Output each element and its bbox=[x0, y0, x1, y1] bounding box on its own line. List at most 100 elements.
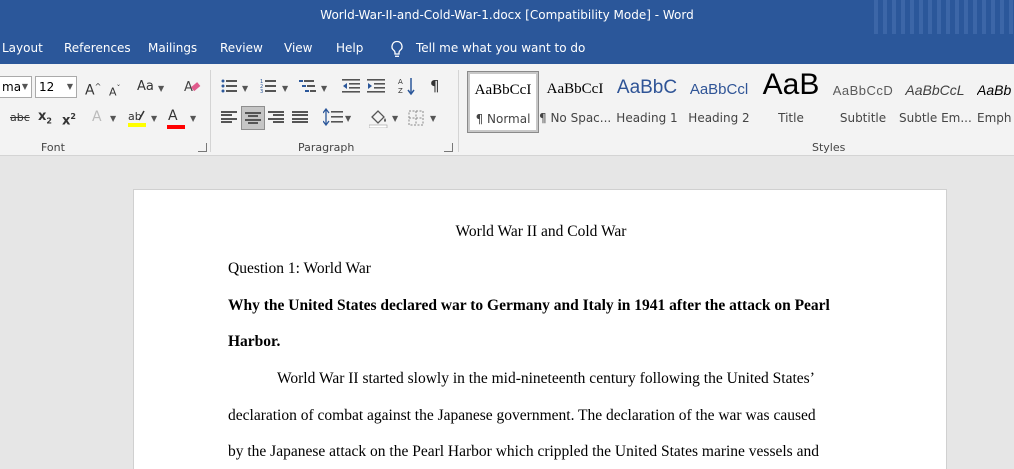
group-divider bbox=[210, 70, 211, 152]
chevron-down-icon[interactable]: ▼ bbox=[321, 84, 327, 93]
style-preview: AaBbCcD bbox=[832, 83, 894, 98]
superscript-mark: 2 bbox=[70, 112, 76, 121]
font-name-combo[interactable]: ma ▼ bbox=[0, 76, 32, 98]
font-size-combo[interactable]: 12 ▼ bbox=[35, 76, 77, 98]
highlight-color-icon[interactable]: ab bbox=[128, 108, 146, 128]
line-spacing-icon[interactable] bbox=[323, 108, 343, 126]
style-emphasis[interactable]: AaBb Emph bbox=[971, 71, 1014, 133]
chevron-down-icon[interactable]: ▼ bbox=[151, 114, 157, 123]
style-subtitle[interactable]: AaBbCcD Subtitle bbox=[827, 71, 899, 133]
question-label: Question 1: World War bbox=[228, 260, 371, 277]
multilevel-list-icon[interactable] bbox=[299, 78, 317, 94]
superscript-button[interactable]: x2 bbox=[62, 109, 76, 129]
style-subtle-emphasis[interactable]: AaBbCcL Subtle Em... bbox=[899, 71, 971, 133]
style-preview: AaBbCcl bbox=[689, 81, 749, 98]
style-name: Heading 2 bbox=[688, 111, 750, 125]
group-divider bbox=[458, 70, 459, 152]
font-size-value: 12 bbox=[39, 80, 55, 94]
justify-icon[interactable] bbox=[292, 111, 308, 124]
borders-icon[interactable] bbox=[408, 110, 424, 126]
title-bar: World-War-II-and-Cold-War-1.docx [Compat… bbox=[0, 0, 1014, 34]
document-page[interactable]: World War II and Cold War Question 1: Wo… bbox=[133, 189, 947, 469]
style-name: Subtle Em... bbox=[899, 111, 971, 125]
chevron-down-icon[interactable]: ▼ bbox=[282, 84, 288, 93]
bullets-icon[interactable] bbox=[221, 78, 237, 94]
grow-font-label: A bbox=[85, 82, 95, 99]
question-heading-line-1: Why the United States declared war to Ge… bbox=[228, 297, 830, 314]
chevron-down-icon[interactable]: ▼ bbox=[158, 84, 164, 93]
document-canvas[interactable]: World War II and Cold War Question 1: Wo… bbox=[0, 156, 1014, 469]
chevron-down-icon[interactable]: ▼ bbox=[345, 114, 351, 123]
subscript-button[interactable]: x2 bbox=[38, 109, 52, 130]
style-normal[interactable]: AaBbCcI ¶ Normal bbox=[467, 71, 539, 133]
tell-me-search[interactable]: Tell me what you want to do bbox=[416, 41, 585, 55]
numbering-icon[interactable]: 1 2 3 bbox=[260, 78, 276, 94]
question-heading-line-2: Harbor. bbox=[228, 333, 281, 350]
font-color-button[interactable]: A bbox=[168, 108, 178, 124]
text-effects-button[interactable]: A bbox=[92, 109, 102, 125]
tab-mailings[interactable]: Mailings bbox=[148, 41, 197, 55]
chevron-down-icon[interactable]: ▼ bbox=[392, 114, 398, 123]
paragraph-dialog-launcher-icon[interactable] bbox=[444, 143, 453, 152]
style-no-spacing[interactable]: AaBbCcI ¶ No Spac... bbox=[539, 71, 611, 133]
style-preview: AaB bbox=[762, 71, 820, 101]
svg-text:ab: ab bbox=[128, 110, 142, 123]
font-color-label: A bbox=[168, 108, 178, 124]
font-group-label: Font bbox=[41, 141, 65, 154]
chevron-down-icon[interactable]: ▼ bbox=[190, 114, 196, 123]
show-formatting-marks-button[interactable]: ¶ bbox=[430, 78, 440, 94]
clear-formatting-icon[interactable]: A bbox=[183, 77, 201, 95]
ribbon-tabs: Layout References Mailings Review View H… bbox=[0, 34, 1014, 64]
style-name: Subtitle bbox=[839, 111, 887, 125]
style-name: Heading 1 bbox=[616, 111, 678, 125]
body-line-3: by the Japanese attack on the Pearl Harb… bbox=[228, 443, 819, 460]
align-right-icon[interactable] bbox=[268, 111, 284, 124]
chevron-down-icon[interactable]: ▼ bbox=[110, 114, 116, 123]
style-title[interactable]: AaB Title bbox=[755, 71, 827, 133]
strikethrough-label: abc bbox=[10, 111, 30, 124]
style-name: Title bbox=[778, 111, 804, 125]
increase-indent-icon[interactable] bbox=[367, 78, 385, 94]
shrink-font-label: A bbox=[109, 85, 117, 99]
sort-icon[interactable]: A Z bbox=[398, 76, 416, 96]
tab-view[interactable]: View bbox=[284, 41, 312, 55]
chevron-down-icon[interactable]: ▼ bbox=[430, 114, 436, 123]
align-center-button[interactable] bbox=[241, 106, 265, 130]
strikethrough-button[interactable]: abc bbox=[10, 110, 30, 126]
style-name: Emph bbox=[977, 111, 1012, 125]
decrease-indent-icon[interactable] bbox=[342, 78, 360, 94]
text-effects-label: A bbox=[92, 109, 102, 125]
document-title: World War II and Cold War bbox=[455, 223, 627, 240]
tab-review[interactable]: Review bbox=[220, 41, 263, 55]
style-preview: AaBbCcI bbox=[474, 82, 532, 98]
styles-group-label: Styles bbox=[812, 141, 846, 154]
tab-help[interactable]: Help bbox=[336, 41, 363, 55]
title-bar-pattern bbox=[874, 0, 1014, 34]
tab-layout[interactable]: Layout bbox=[2, 41, 43, 55]
body-line-2: declaration of combat against the Japane… bbox=[228, 407, 816, 424]
style-preview: AaBbCcL bbox=[905, 82, 965, 98]
style-heading-1[interactable]: AaBbC Heading 1 bbox=[611, 71, 683, 133]
shrink-font-button[interactable]: Aˇ bbox=[109, 81, 121, 101]
grow-font-button[interactable]: A^ bbox=[85, 79, 101, 99]
tab-references[interactable]: References bbox=[64, 41, 131, 55]
style-name: ¶ Normal bbox=[475, 112, 531, 126]
chevron-down-icon[interactable]: ▼ bbox=[67, 82, 73, 91]
styles-gallery: AaBbCcI ¶ Normal AaBbCcI ¶ No Spac... Aa… bbox=[467, 70, 1014, 134]
ribbon: ma ▼ 12 ▼ A^ Aˇ Aa ▼ A abc x2 x2 A ▼ ab … bbox=[0, 64, 1014, 156]
body-line-1: World War II started slowly in the mid-n… bbox=[277, 370, 815, 387]
align-left-icon[interactable] bbox=[221, 111, 237, 124]
lightbulb-icon[interactable] bbox=[389, 40, 405, 58]
chevron-down-icon[interactable]: ▼ bbox=[242, 84, 248, 93]
style-preview: AaBbCcI bbox=[546, 81, 604, 97]
chevron-down-icon[interactable]: ▼ bbox=[22, 82, 28, 91]
font-dialog-launcher-icon[interactable] bbox=[198, 143, 207, 152]
style-name: ¶ No Spac... bbox=[539, 111, 611, 125]
style-heading-2[interactable]: AaBbCcl Heading 2 bbox=[683, 71, 755, 133]
font-color-bar bbox=[167, 125, 185, 129]
shading-icon[interactable] bbox=[369, 108, 389, 128]
change-case-button[interactable]: Aa bbox=[137, 79, 154, 95]
font-name-value: ma bbox=[2, 80, 22, 94]
paragraph-group-label: Paragraph bbox=[298, 141, 355, 154]
align-center-icon bbox=[245, 112, 261, 125]
